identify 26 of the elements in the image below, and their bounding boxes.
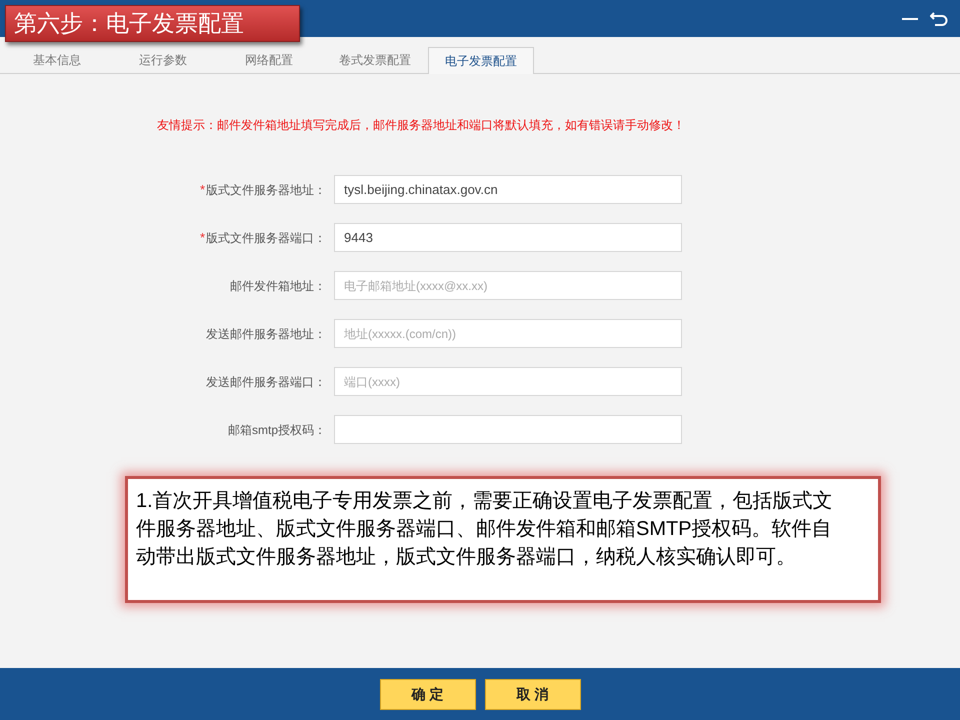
step-title-banner: 第六步：电子发票配置 (5, 5, 300, 42)
field-label: 发送邮件服务器地址： (206, 326, 326, 342)
required-asterisk: * (200, 228, 205, 247)
tab[interactable]: 卷式发票配置 (322, 46, 428, 73)
tab[interactable]: 基本信息 (4, 46, 110, 73)
input-field[interactable]: tysl.beijing.chinatax.gov.cn (334, 175, 682, 204)
tab[interactable]: 电子发票配置 (428, 47, 534, 74)
field-label: 邮件发件箱地址： (230, 278, 326, 294)
field-label: 邮箱smtp授权码： (228, 422, 326, 438)
tab[interactable]: 运行参数 (110, 46, 216, 73)
field-label: 版式文件服务器地址： (206, 182, 326, 198)
input-field[interactable] (334, 415, 682, 444)
hint-text: 友情提示：邮件发件箱地址填写完成后，邮件服务器地址和端口将默认填充，如有错误请手动修改！ (157, 117, 686, 134)
tab[interactable]: 网络配置 (216, 46, 322, 73)
input-field[interactable]: 地址(xxxxx.(com/cn)) (334, 319, 682, 348)
required-asterisk: * (200, 180, 205, 199)
dialog-button[interactable]: 取 消 (484, 678, 580, 710)
minimize-icon[interactable] (902, 16, 918, 20)
field-label: 版式文件服务器端口： (206, 230, 326, 246)
input-field[interactable]: 端口(xxxx) (334, 367, 682, 396)
input-field[interactable]: 9443 (334, 223, 682, 252)
field-label: 发送邮件服务器端口： (206, 374, 326, 390)
dialog-button[interactable]: 确 定 (380, 678, 476, 710)
input-field[interactable]: 电子邮箱地址(xxxx@xx.xx) (334, 271, 682, 300)
callout-text: 1.首次开具增值税电子专用发票之前，需要正确设置电子发票配置，包括版式文件服务器地址、版式文件服务器端口、邮件发件箱和邮箱SMTP授权码。软件自动带出版式文件服务器地址，版式文件服务器端口，纳税人核实确认即可。 (136, 489, 834, 570)
back-arrow-icon[interactable] (930, 10, 948, 28)
